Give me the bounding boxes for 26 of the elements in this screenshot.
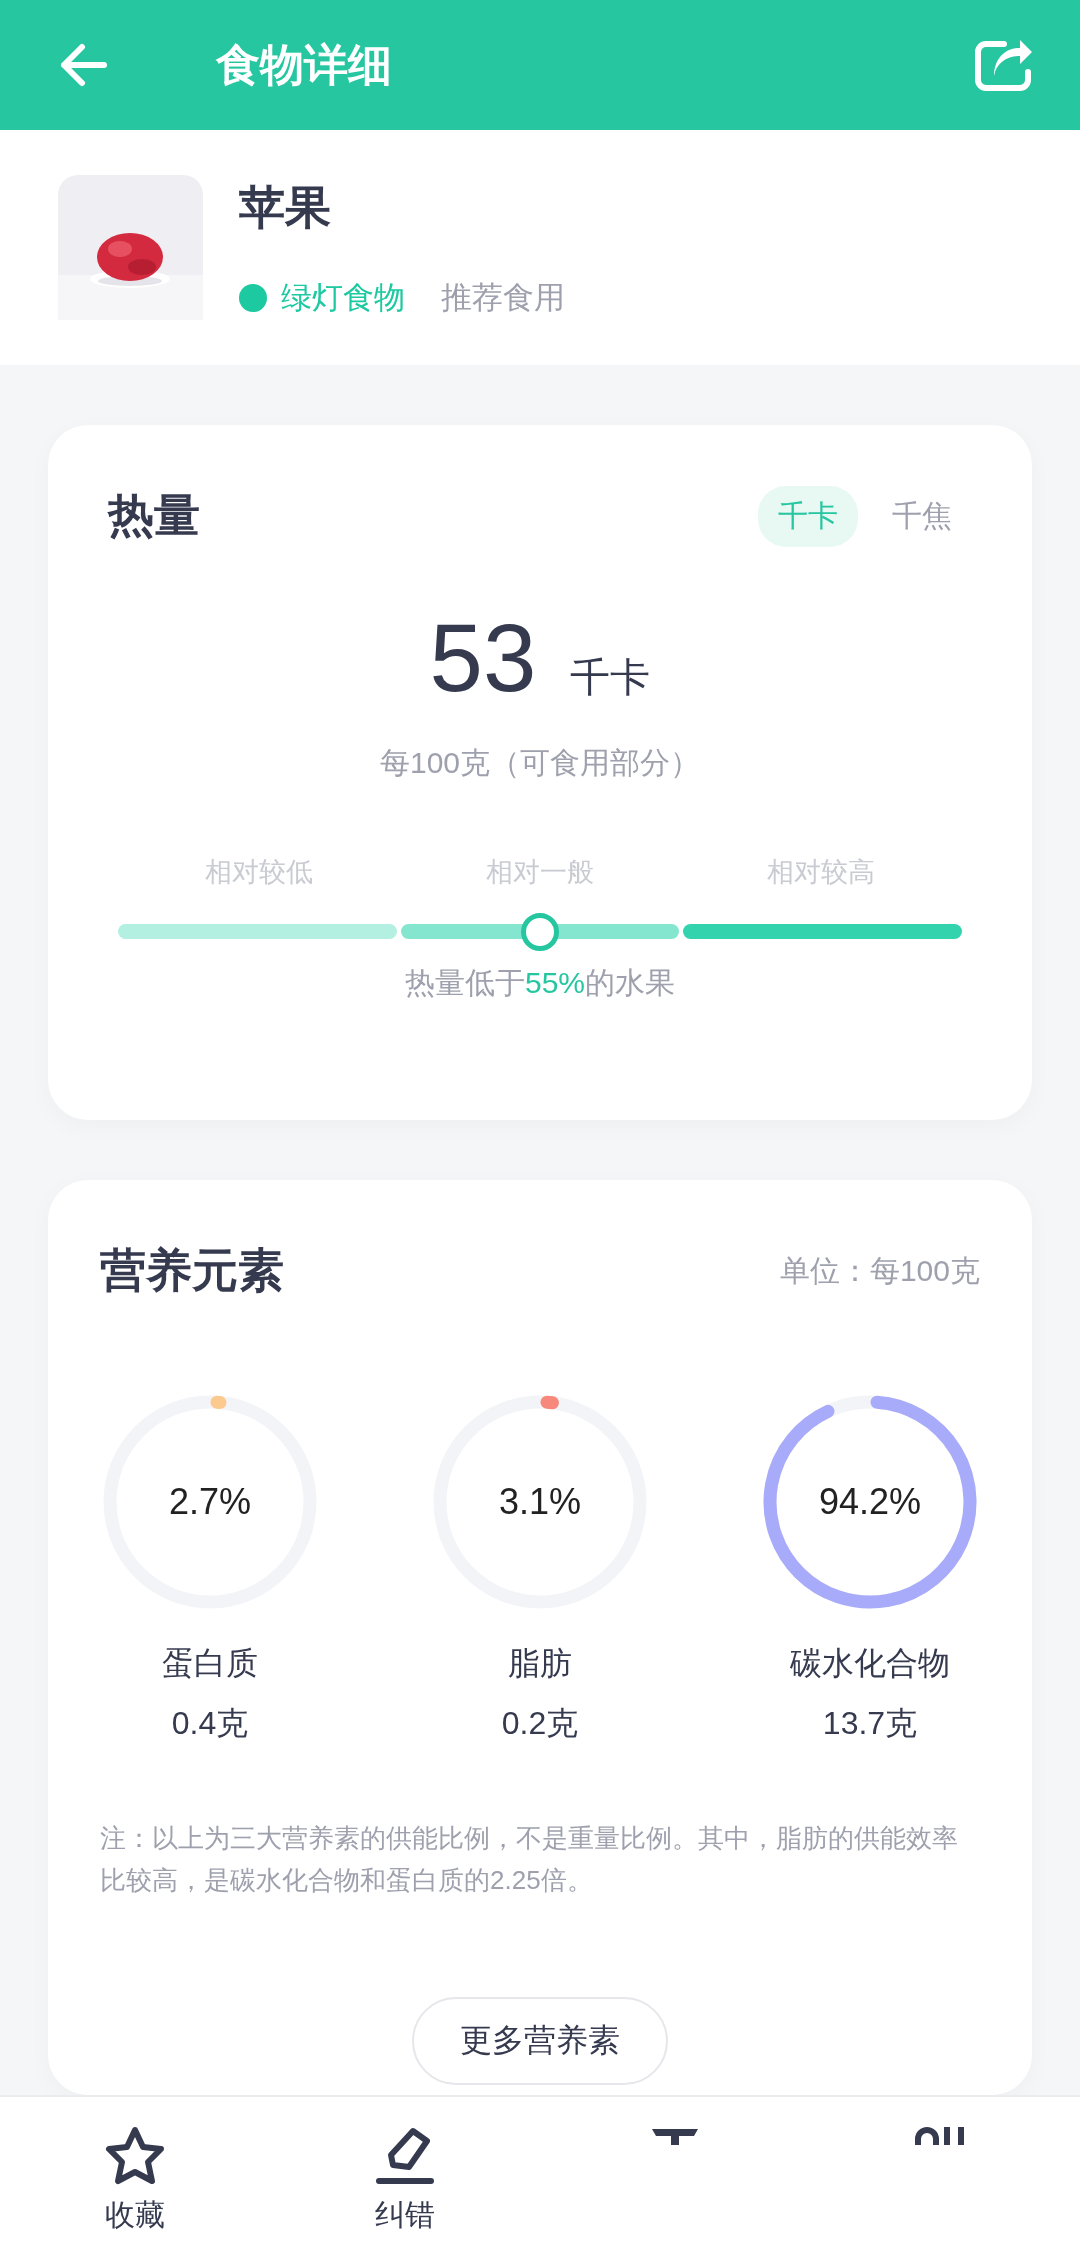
card-title: 热量: [108, 488, 200, 543]
unit-note: 单位：每100克: [779, 1252, 980, 1289]
nutrient-amount: 0.4克: [171, 1704, 249, 1743]
percent-value: 3.1%: [497, 1481, 583, 1523]
page-title: 食物详细: [216, 38, 393, 91]
more-nutrients-button[interactable]: 更多营养素: [412, 1997, 668, 2086]
food-name: 苹果: [239, 179, 332, 235]
food-rating: 绿灯食物: [281, 278, 405, 317]
calorie-unit: 千卡: [570, 654, 651, 701]
advice-text: 推荐食用: [441, 278, 565, 317]
nutrient-name: 脂肪: [508, 1644, 572, 1683]
nutrient-amount: 0.2克: [501, 1704, 579, 1743]
eraser-icon[interactable]: [375, 2125, 435, 2187]
nutrient-name: 蛋白质: [162, 1644, 258, 1683]
note-text: 注：以上为三大营养素的供能比例，不是重量比例。其中，脂肪的供能效率比较高，是碳水化合物和蛋白质的2.25倍。: [100, 1822, 959, 1897]
calorie-value: 53: [429, 603, 537, 713]
card-title: 营养元素: [100, 1243, 284, 1298]
percent-value: 94.2%: [817, 1481, 923, 1523]
comparison-text: 热量低于55%的水果: [403, 965, 676, 1001]
nav-label[interactable]: 收藏: [105, 2195, 165, 2236]
percent-value: 2.7%: [167, 1481, 253, 1523]
serving-basis: 每100克（可食用部分）: [378, 745, 702, 781]
nutrient-amount: 13.7克: [822, 1704, 918, 1743]
nav-label[interactable]: 纠错: [375, 2195, 435, 2236]
nutrient-name: 碳水化合物: [790, 1644, 950, 1683]
star-icon[interactable]: [103, 2125, 167, 2187]
